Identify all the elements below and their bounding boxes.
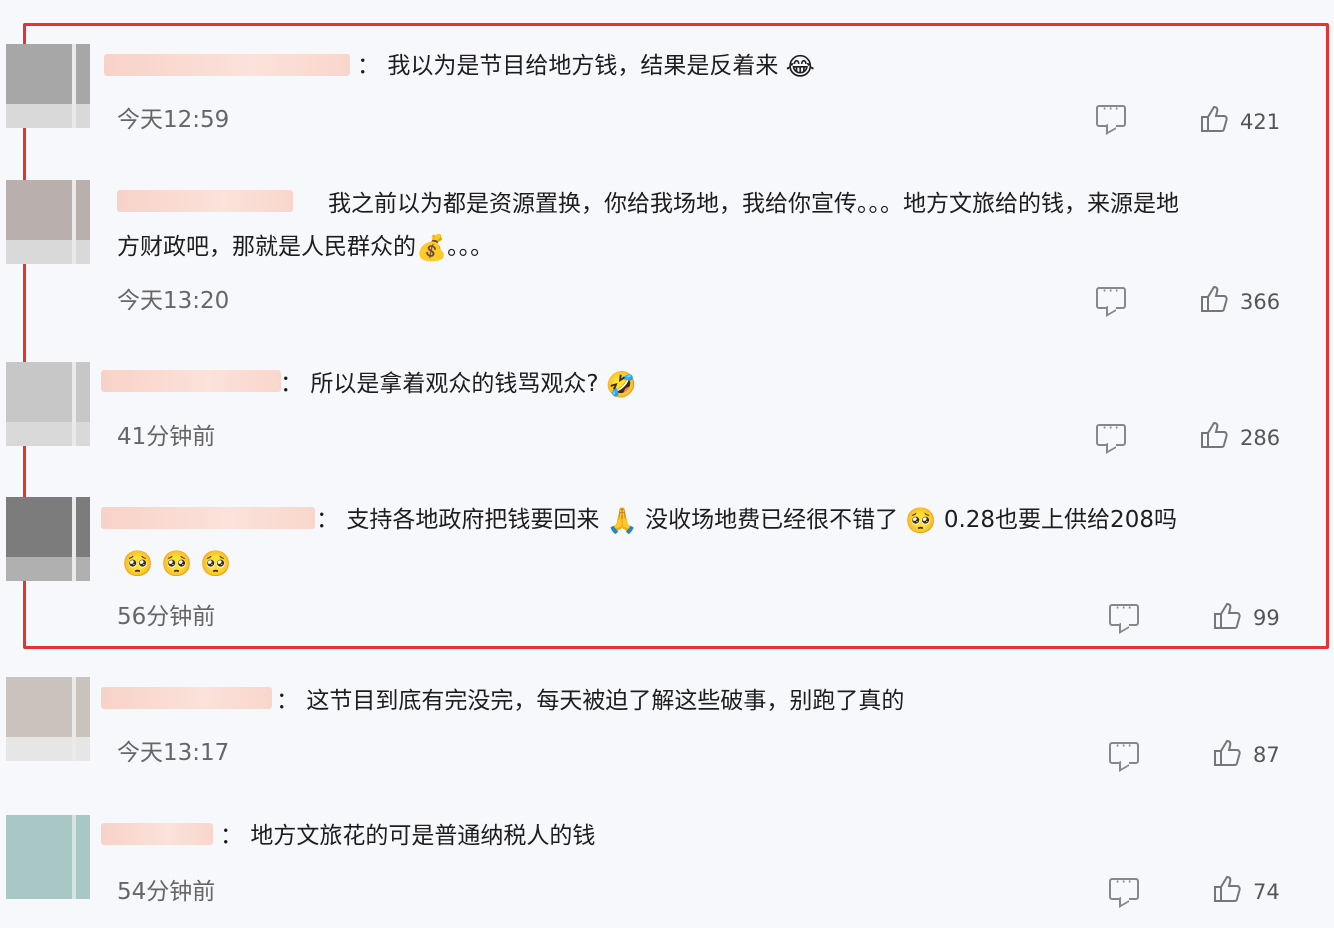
comment-text-line2: 方财政吧，那就是人民群众的💰。。。 — [117, 226, 493, 269]
comment-text: ： 支持各地政府把钱要回来 🙏 没收场地费已经很不错了 🥺 0.28也要上供给2… — [316, 499, 1177, 542]
comment-text: ： 所以是拿着观众的钱骂观众? 🤣 — [280, 363, 637, 406]
username-blurred[interactable] — [104, 54, 350, 76]
avatar[interactable] — [6, 497, 90, 581]
comment-time: 54分钟前 — [117, 879, 216, 905]
thumbs-up-icon[interactable] — [1199, 104, 1229, 134]
avatar[interactable] — [6, 180, 90, 264]
username-blurred[interactable] — [101, 370, 281, 392]
like-count: 421 — [1240, 110, 1281, 134]
comment-text: ： 我以为是节目给地方钱，结果是反着来 😂 — [357, 45, 815, 88]
avatar[interactable] — [6, 677, 90, 761]
comment-text: ： 地方文旅花的可是普通纳税人的钱 — [220, 823, 596, 849]
thumbs-up-icon[interactable] — [1199, 420, 1229, 450]
like-count: 74 — [1253, 880, 1280, 904]
comment-time: 今天13:20 — [117, 288, 230, 314]
reply-icon[interactable] — [1109, 872, 1139, 900]
reply-icon[interactable] — [1096, 418, 1126, 446]
reply-icon[interactable] — [1096, 99, 1126, 127]
comment-time: 41分钟前 — [117, 424, 216, 450]
pleading-face-emoji-icon: 🥺 🥺 🥺 — [122, 549, 232, 578]
comment-time: 今天13:17 — [117, 740, 230, 766]
username-blurred[interactable] — [101, 823, 213, 845]
thumbs-up-icon[interactable] — [1212, 738, 1242, 768]
thumbs-up-icon[interactable] — [1199, 284, 1229, 314]
thumbs-up-icon[interactable] — [1212, 874, 1242, 904]
thumbs-up-icon[interactable] — [1212, 601, 1242, 631]
pleading-face-emoji-icon: 🥺 — [905, 506, 937, 535]
comment-emoji-line: 🥺 🥺 🥺 — [122, 542, 231, 585]
praying-hands-emoji-icon: 🙏 — [606, 506, 638, 535]
like-count: 286 — [1240, 426, 1281, 450]
reply-icon[interactable] — [1109, 598, 1139, 626]
reply-icon[interactable] — [1109, 736, 1139, 764]
laughing-emoji-icon: 😂 — [785, 52, 815, 81]
avatar[interactable] — [6, 815, 90, 899]
comment-time: 56分钟前 — [117, 604, 216, 630]
reply-icon[interactable] — [1096, 281, 1126, 309]
comment-text: 我之前以为都是资源置换，你给我场地，我给你宣传。。。地方文旅给的钱，来源是地 — [328, 191, 1179, 217]
like-count: 99 — [1253, 606, 1280, 630]
comment-text: ： 这节目到底有完没完，每天被迫了解这些破事，别跑了真的 — [276, 688, 905, 714]
like-count: 87 — [1253, 743, 1280, 767]
username-blurred[interactable] — [101, 507, 315, 529]
username-blurred[interactable] — [101, 687, 272, 709]
avatar[interactable] — [6, 362, 90, 446]
like-count: 366 — [1240, 290, 1281, 314]
rolling-laugh-emoji-icon: 🤣 — [605, 370, 637, 399]
username-blurred[interactable] — [117, 190, 293, 212]
avatar[interactable] — [6, 44, 90, 128]
money-bag-emoji-icon: 💰 — [416, 233, 448, 262]
comment-time: 今天12:59 — [117, 107, 230, 133]
